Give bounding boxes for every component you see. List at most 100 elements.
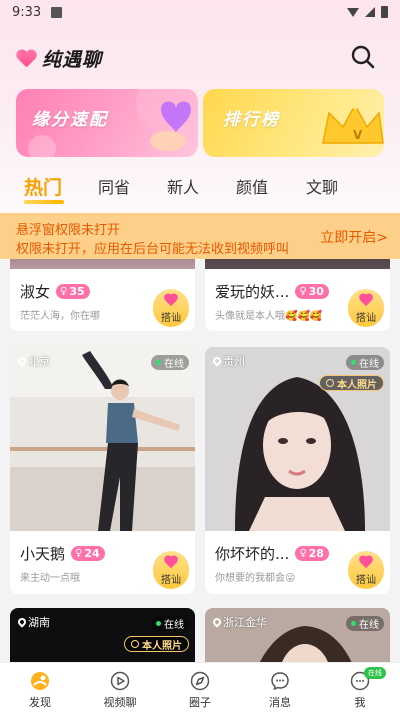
status-time: 9:33 bbox=[12, 4, 42, 20]
card-name-row: 你坏坏的... ♀ 28 bbox=[215, 543, 329, 564]
location-text: 湖南 bbox=[28, 616, 50, 629]
search-button[interactable] bbox=[350, 44, 376, 70]
nav-label: 视频聊 bbox=[103, 696, 137, 709]
online-dot-icon bbox=[156, 360, 161, 365]
svg-text:V: V bbox=[353, 128, 363, 142]
match-banner-label: 缘分速配 bbox=[32, 110, 108, 130]
tab-looks[interactable]: 颜值 bbox=[236, 174, 268, 198]
nav-discover[interactable]: 发现 bbox=[0, 663, 80, 712]
nav-video-chat[interactable]: 视频聊 bbox=[80, 663, 160, 712]
age-value: 35 bbox=[69, 285, 85, 298]
ranking-banner[interactable]: V 排行榜 bbox=[203, 89, 384, 157]
user-card[interactable]: 爱玩的妖... ♀ 30 头像就是本人哦🥰🥰🥰 搭讪 bbox=[205, 259, 390, 331]
ranking-banner-label: 排行榜 bbox=[223, 110, 280, 130]
user-card[interactable]: 湖南 在线 本人照片 bbox=[10, 608, 195, 662]
heart-icon bbox=[163, 293, 179, 307]
age-badge: ♀ 24 bbox=[71, 546, 105, 561]
verified-photo-badge: 本人照片 bbox=[319, 375, 384, 391]
notice-title: 悬浮窗权限未打开 bbox=[16, 223, 121, 238]
online-badge: 在线 bbox=[346, 616, 384, 631]
greet-label: 搭讪 bbox=[356, 312, 376, 324]
enable-now-button[interactable]: 立即开启> bbox=[320, 227, 388, 247]
online-text: 在线 bbox=[359, 620, 379, 631]
tab-same-province[interactable]: 同省 bbox=[98, 174, 130, 198]
female-icon: ♀ bbox=[299, 286, 307, 297]
status-icons bbox=[347, 6, 388, 18]
user-card[interactable]: 北京 在线 小天鹅 ♀ 24 来主动一点哦 搭讪 bbox=[10, 347, 195, 594]
female-icon: ♀ bbox=[60, 286, 68, 297]
age-badge: ♀ 28 bbox=[295, 546, 329, 561]
user-bio: 来主动一点哦 bbox=[20, 573, 80, 584]
message-icon bbox=[271, 672, 289, 691]
discover-icon bbox=[31, 672, 49, 690]
heart-icon bbox=[358, 293, 374, 307]
online-badge: 在线 bbox=[346, 355, 384, 370]
tab-new[interactable]: 新人 bbox=[167, 174, 199, 198]
greet-label: 搭讪 bbox=[356, 574, 376, 586]
verified-photo-badge: 本人照片 bbox=[124, 636, 189, 652]
age-badge: ♀ 35 bbox=[56, 284, 90, 299]
battery-icon bbox=[381, 6, 388, 18]
wifi-icon bbox=[347, 7, 359, 17]
search-icon bbox=[351, 45, 375, 69]
user-name: 爱玩的妖... bbox=[215, 283, 290, 301]
greet-button[interactable]: 搭讪 bbox=[348, 551, 384, 589]
user-name: 小天鹅 bbox=[20, 545, 66, 563]
category-tabs: 热门 同省 新人 颜值 文聊 bbox=[0, 168, 400, 204]
match-banner[interactable]: 缘分速配 bbox=[16, 89, 198, 157]
location-tag: 贵州 bbox=[211, 353, 245, 369]
location-pin-icon bbox=[211, 616, 223, 628]
status-bar: 9:33 bbox=[0, 0, 400, 24]
location-text: 贵州 bbox=[223, 355, 245, 368]
nav-label: 消息 bbox=[269, 696, 291, 709]
online-text: 在线 bbox=[359, 359, 379, 370]
card-name-row: 爱玩的妖... ♀ 30 bbox=[215, 281, 329, 302]
card-name-row: 淑女 ♀ 35 bbox=[20, 281, 90, 302]
age-value: 28 bbox=[308, 547, 324, 560]
location-pin-icon bbox=[16, 616, 28, 628]
age-value: 30 bbox=[308, 285, 324, 298]
active-tab-indicator bbox=[24, 200, 64, 204]
location-pin-icon bbox=[16, 355, 28, 367]
age-value: 24 bbox=[84, 547, 100, 560]
nav-me[interactable]: 在线 我 bbox=[320, 663, 400, 712]
verified-icon bbox=[131, 640, 139, 648]
heart-icon bbox=[358, 555, 374, 569]
nav-messages[interactable]: 消息 bbox=[240, 663, 320, 712]
bottom-navigation: 发现 视频聊 圈子 消息 在线 我 bbox=[0, 662, 400, 712]
notification-icon bbox=[51, 6, 63, 18]
app-header: 纯遇聊 bbox=[16, 42, 102, 74]
tab-text-chat[interactable]: 文聊 bbox=[306, 174, 338, 198]
signal-icon bbox=[365, 7, 375, 17]
card-name-row: 小天鹅 ♀ 24 bbox=[20, 543, 105, 564]
permission-notice: 悬浮窗权限未打开 权限未打开，应用在后台可能无法收到视频呼叫 立即开启> bbox=[0, 213, 400, 259]
location-tag: 浙江金华 bbox=[211, 614, 267, 630]
nav-circle[interactable]: 圈子 bbox=[160, 663, 240, 712]
greet-button[interactable]: 搭讪 bbox=[153, 289, 189, 327]
user-card[interactable]: 淑女 ♀ 35 茫茫人海，你在哪 搭讪 bbox=[10, 259, 195, 331]
location-text: 北京 bbox=[28, 355, 50, 368]
greet-label: 搭讪 bbox=[161, 312, 181, 324]
user-name: 你坏坏的... bbox=[215, 545, 290, 563]
logo-heart-icon bbox=[16, 48, 38, 68]
app-title: 纯遇聊 bbox=[42, 48, 103, 71]
location-tag: 湖南 bbox=[16, 614, 50, 630]
user-card[interactable]: 贵州 在线 本人照片 你坏坏的... ♀ 28 你想要的我都会😜 搭讪 bbox=[205, 347, 390, 594]
online-status-badge: 在线 bbox=[364, 667, 386, 679]
user-card[interactable]: 浙江金华 在线 bbox=[205, 608, 390, 662]
online-text: 在线 bbox=[164, 620, 184, 631]
greet-button[interactable]: 搭讪 bbox=[153, 551, 189, 589]
greet-label: 搭讪 bbox=[161, 574, 181, 586]
user-bio: 你想要的我都会😜 bbox=[215, 573, 296, 584]
greet-button[interactable]: 搭讪 bbox=[348, 289, 384, 327]
online-dot-icon bbox=[351, 621, 356, 626]
female-icon: ♀ bbox=[75, 548, 83, 559]
user-photo bbox=[205, 259, 390, 269]
compass-icon bbox=[190, 671, 210, 691]
verified-text: 本人照片 bbox=[142, 640, 182, 652]
user-bio: 头像就是本人哦🥰🥰🥰 bbox=[215, 311, 323, 322]
tab-hot[interactable]: 热门 bbox=[24, 173, 62, 200]
online-dot-icon bbox=[351, 360, 356, 365]
location-pin-icon bbox=[211, 355, 223, 367]
heart-icon bbox=[163, 555, 179, 569]
